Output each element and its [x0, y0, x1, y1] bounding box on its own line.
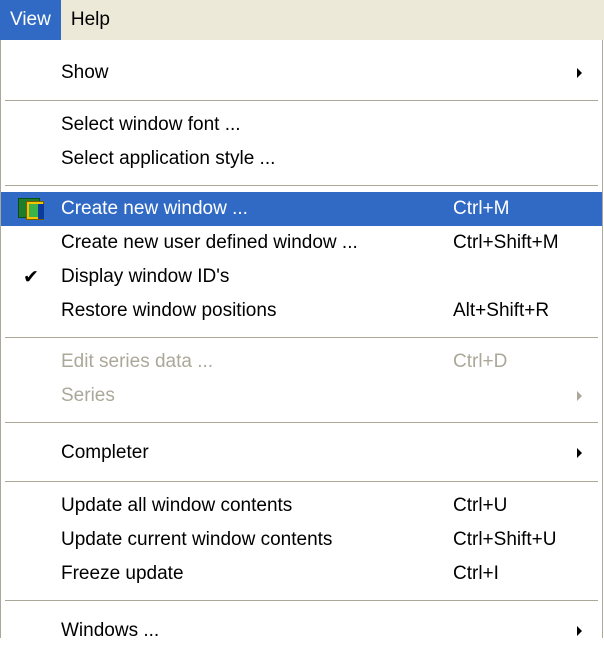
submenu-arrow-icon	[577, 68, 582, 78]
menu-separator	[5, 481, 598, 482]
menubar-help[interactable]: Help	[61, 0, 120, 40]
menu-item-display-window-ids[interactable]: ✔ Display window ID's	[1, 260, 602, 294]
menu-item-windows[interactable]: Windows ...	[1, 614, 602, 648]
menu-item-label: Select window font ...	[61, 114, 241, 135]
menu-separator	[5, 422, 598, 423]
menu-item-shortcut: Ctrl+M	[453, 198, 510, 219]
menu-item-shortcut: Ctrl+I	[453, 563, 499, 584]
menu-item-shortcut: Ctrl+D	[453, 351, 508, 372]
menu-item-update-current-window-contents[interactable]: Update current window contents Ctrl+Shif…	[1, 523, 602, 557]
menu-item-label: Create new window ...	[61, 198, 248, 219]
submenu-arrow-icon	[577, 626, 582, 636]
menu-item-create-new-user-defined-window[interactable]: Create new user defined window ... Ctrl+…	[1, 226, 602, 260]
menu-item-restore-window-positions[interactable]: Restore window positions Alt+Shift+R	[1, 294, 602, 328]
new-window-icon	[18, 198, 44, 220]
submenu-arrow-icon	[577, 391, 582, 401]
menu-item-update-all-window-contents[interactable]: Update all window contents Ctrl+U	[1, 489, 602, 523]
menu-item-label: Edit series data ...	[61, 351, 214, 372]
menu-item-shortcut: Ctrl+Shift+U	[453, 529, 557, 550]
menu-item-label: Update current window contents	[61, 529, 333, 550]
check-icon: ✔	[23, 265, 39, 288]
menu-item-create-new-window[interactable]: Create new window ... Ctrl+M	[1, 192, 602, 226]
menu-item-shortcut: Alt+Shift+R	[453, 300, 550, 321]
menu-item-label: Windows ...	[61, 620, 160, 641]
menu-separator	[5, 185, 598, 186]
menu-item-completer[interactable]: Completer	[1, 436, 602, 470]
menu-separator	[5, 100, 598, 101]
menu-item-shortcut: Ctrl+Shift+M	[453, 232, 559, 253]
menu-separator	[5, 600, 598, 601]
menu-item-label: Create new user defined window ...	[61, 232, 358, 253]
menu-item-label: Freeze update	[61, 563, 184, 584]
menu-item-edit-series-data: Edit series data ... Ctrl+D	[1, 345, 602, 379]
menu-item-label: Select application style ...	[61, 148, 276, 169]
menu-item-label: Completer	[61, 442, 149, 463]
menu-item-select-application-style[interactable]: Select application style ...	[1, 142, 602, 176]
menu-item-show[interactable]: Show	[1, 56, 602, 90]
menu-item-label: Show	[61, 62, 109, 83]
menu-item-series: Series	[1, 379, 602, 413]
view-dropdown-menu: Show Select window font ... Select appli…	[0, 40, 603, 641]
menu-item-label: Restore window positions	[61, 300, 277, 321]
menu-item-label: Series	[61, 385, 115, 406]
menu-item-shortcut: Ctrl+U	[453, 495, 508, 516]
menu-bar: View Help	[0, 0, 604, 40]
menu-separator	[5, 337, 598, 338]
submenu-arrow-icon	[577, 448, 582, 458]
menu-item-label: Update all window contents	[61, 495, 293, 516]
menubar-view[interactable]: View	[0, 0, 61, 40]
menu-item-freeze-update[interactable]: Freeze update Ctrl+I	[1, 557, 602, 591]
menu-item-select-window-font[interactable]: Select window font ...	[1, 108, 602, 142]
menu-item-label: Display window ID's	[61, 266, 230, 287]
